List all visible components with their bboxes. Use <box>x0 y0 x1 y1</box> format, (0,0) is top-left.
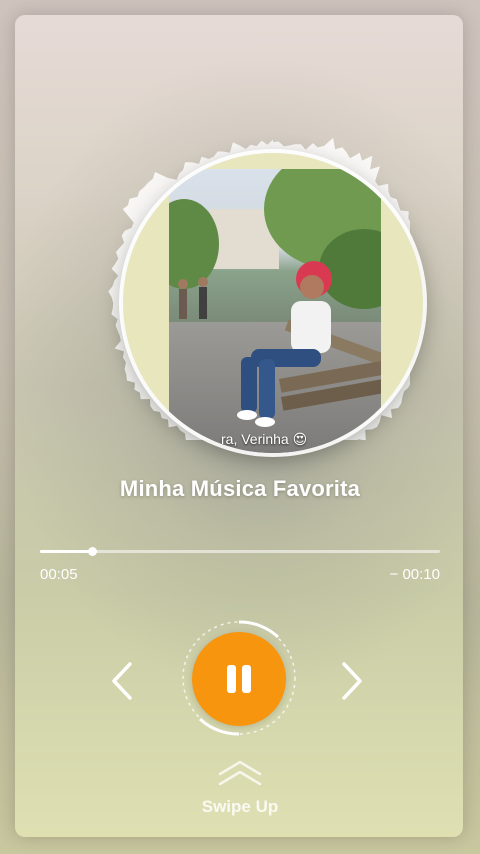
album-art-disc: ra, Verinha 😍 <box>123 153 423 453</box>
pause-button[interactable] <box>192 632 286 726</box>
next-button[interactable] <box>330 660 370 702</box>
elapsed-time: 00:05 <box>40 566 78 583</box>
double-chevron-up-icon <box>218 760 262 786</box>
album-art-photo: ra, Verinha 😍 <box>169 169 381 453</box>
chevron-left-icon <box>112 662 132 700</box>
remaining-time: − 00:10 <box>389 566 440 583</box>
progress-knob[interactable] <box>88 547 97 556</box>
album-art-visualizer: ra, Verinha 😍 <box>50 60 423 453</box>
progress-bar[interactable] <box>40 547 440 556</box>
artwork-caption: ra, Verinha 😍 <box>221 431 308 447</box>
chevron-right-icon <box>342 662 362 700</box>
progress-fill <box>40 550 92 553</box>
song-title: Minha Música Favorita <box>119 476 361 501</box>
swipe-up-label[interactable]: Swipe Up <box>0 797 480 817</box>
previous-button[interactable] <box>104 660 144 702</box>
